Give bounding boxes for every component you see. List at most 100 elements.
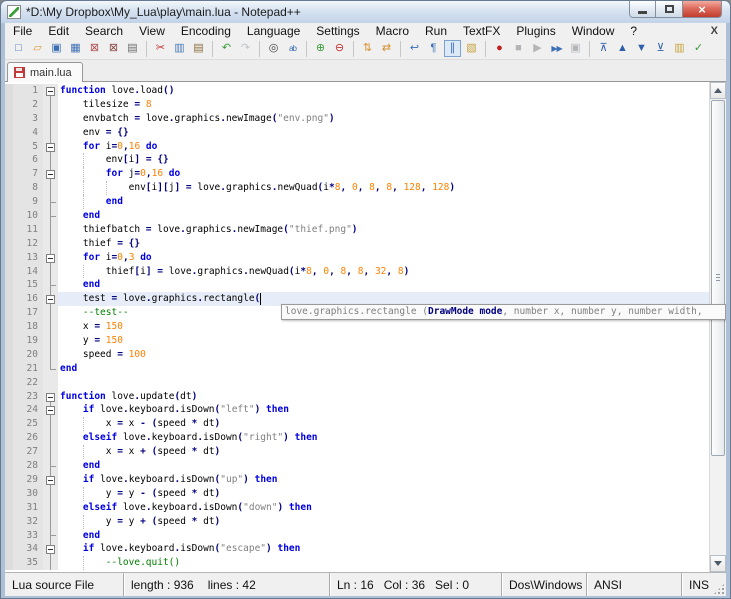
toolbar-undo-icon[interactable]: ↶ [218, 40, 235, 57]
code-line-27[interactable]: x = x + (speed * dt) [58, 445, 709, 459]
fold-collapse-icon[interactable] [46, 393, 55, 402]
code-line-11[interactable]: thiefbatch = love.graphics.newImage("thi… [58, 223, 709, 237]
bookmark-margin[interactable] [5, 98, 13, 112]
bookmark-margin[interactable] [5, 417, 13, 431]
code-line-34[interactable]: if love.keyboard.isDown("escape") then [58, 542, 709, 556]
code-line-5[interactable]: for i=0,16 do [58, 140, 709, 154]
fold-collapse-icon[interactable] [46, 87, 55, 96]
menu-item-view[interactable]: View [131, 24, 173, 38]
fold-collapse-icon[interactable] [46, 295, 55, 304]
toolbar-indent-guide-icon[interactable]: ∥ [444, 40, 461, 57]
toolbar-open-folder-icon[interactable]: ▱ [29, 40, 46, 57]
code-line-10[interactable]: end [58, 209, 709, 223]
bookmark-margin[interactable] [5, 529, 13, 543]
bookmark-margin[interactable] [5, 112, 13, 126]
menu-item-file[interactable]: File [5, 24, 40, 38]
maximize-button[interactable] [656, 1, 682, 18]
toolbar-zoom-in-icon[interactable]: ⊕ [312, 40, 329, 57]
bookmark-margin[interactable] [5, 515, 13, 529]
bookmark-margin[interactable] [5, 390, 13, 404]
toolbar-redo-icon[interactable]: ↷ [237, 40, 254, 57]
bookmark-margin[interactable] [5, 278, 13, 292]
editor[interactable]: 1function love.load()2 tilesize = 83 env… [5, 82, 726, 572]
toolbar-copy-icon[interactable]: ▥ [171, 40, 188, 57]
code-line-9[interactable]: end [58, 195, 709, 209]
bookmark-margin[interactable] [5, 140, 13, 154]
bookmark-margin[interactable] [5, 501, 13, 515]
toolbar-prev-result-icon[interactable]: ⊼ [595, 40, 612, 57]
code-line-25[interactable]: x = x - (speed * dt) [58, 417, 709, 431]
bookmark-margin[interactable] [5, 376, 13, 390]
fold-marker-29[interactable] [43, 473, 58, 487]
close-button[interactable]: × [682, 1, 722, 18]
fold-marker-24[interactable] [43, 403, 58, 417]
toolbar-macro-save-icon[interactable]: ▣ [567, 40, 584, 57]
bookmark-margin[interactable] [5, 84, 13, 98]
bookmark-margin[interactable] [5, 431, 13, 445]
fold-collapse-icon[interactable] [46, 254, 55, 263]
code-line-33[interactable]: end [58, 529, 709, 543]
fold-collapse-icon[interactable] [46, 406, 55, 415]
vertical-scrollbar[interactable] [709, 82, 726, 572]
fold-marker-16[interactable] [43, 292, 58, 306]
bookmark-margin[interactable] [5, 403, 13, 417]
code-line-3[interactable]: envbatch = love.graphics.newImage("env.p… [58, 112, 709, 126]
fold-collapse-icon[interactable] [46, 143, 55, 152]
code-line-21[interactable]: end [58, 362, 709, 376]
toolbar-print-icon[interactable]: ▤ [124, 40, 141, 57]
bookmark-margin[interactable] [5, 362, 13, 376]
code-line-30[interactable]: y = y - (speed * dt) [58, 487, 709, 501]
code-line-7[interactable]: for j=0,16 do [58, 167, 709, 181]
toolbar-save-icon[interactable]: ▣ [48, 40, 65, 57]
menu-item-edit[interactable]: Edit [40, 24, 77, 38]
bookmark-margin[interactable] [5, 556, 13, 570]
bookmark-margin[interactable] [5, 292, 13, 306]
toolbar-macro-stop-icon[interactable]: ■ [510, 40, 527, 57]
bookmark-margin[interactable] [5, 306, 13, 320]
code-line-6[interactable]: env[i] = {} [58, 153, 709, 167]
menu-item-textfx[interactable]: TextFX [455, 24, 508, 38]
toolbar-word-wrap-icon[interactable]: ↩ [406, 40, 423, 57]
fold-marker-13[interactable] [43, 251, 58, 265]
code-line-29[interactable]: if love.keyboard.isDown("up") then [58, 473, 709, 487]
bookmark-margin[interactable] [5, 153, 13, 167]
menu-item-search[interactable]: Search [77, 24, 131, 38]
toolbar-macro-play-icon[interactable]: ▶ [529, 40, 546, 57]
code-line-4[interactable]: env = {} [58, 126, 709, 140]
code-line-14[interactable]: thief[i] = love.graphics.newQuad(i*8, 0,… [58, 265, 709, 279]
toolbar-next-mark-icon[interactable]: ▼ [633, 40, 650, 57]
toolbar-user-defined-dialog-icon[interactable]: ▧ [463, 40, 480, 57]
fold-marker-5[interactable] [43, 140, 58, 154]
minimize-button[interactable] [629, 1, 656, 18]
toolbar-replace-icon[interactable]: ab [284, 40, 301, 57]
menu-item-plugins[interactable]: Plugins [508, 24, 563, 38]
toolbar-prev-mark-icon[interactable]: ▲ [614, 40, 631, 57]
code-line-8[interactable]: env[i][j] = love.graphics.newQuad(i*8, 0… [58, 181, 709, 195]
bookmark-margin[interactable] [5, 195, 13, 209]
toolbar-close-file-icon[interactable]: ⊠ [86, 40, 103, 57]
menu-item-encoding[interactable]: Encoding [173, 24, 239, 38]
fold-marker-23[interactable] [43, 390, 58, 404]
code-line-35[interactable]: --love.quit() [58, 556, 709, 570]
tab-main-lua[interactable]: main.lua [7, 62, 83, 82]
code-line-22[interactable] [58, 376, 709, 390]
code-line-1[interactable]: function love.load() [58, 84, 709, 98]
bookmark-margin[interactable] [5, 265, 13, 279]
menu-item-run[interactable]: Run [417, 24, 455, 38]
menu-item-language[interactable]: Language [239, 24, 308, 38]
scroll-up-arrow[interactable] [710, 82, 726, 99]
bookmark-margin[interactable] [5, 334, 13, 348]
code-line-13[interactable]: for i=0,3 do [58, 251, 709, 265]
menu-item-macro[interactable]: Macro [368, 24, 417, 38]
bookmark-margin[interactable] [5, 251, 13, 265]
toolbar-sync-vertical-icon[interactable]: ⇅ [359, 40, 376, 57]
bookmark-margin[interactable] [5, 542, 13, 556]
fold-collapse-icon[interactable] [46, 170, 55, 179]
bookmark-margin[interactable] [5, 487, 13, 501]
bookmark-margin[interactable] [5, 167, 13, 181]
scroll-down-arrow[interactable] [710, 555, 726, 572]
fold-collapse-icon[interactable] [46, 545, 55, 554]
code-line-19[interactable]: y = 150 [58, 334, 709, 348]
toolbar-close-all-icon[interactable]: ⊠ [105, 40, 122, 57]
scrollbar-thumb[interactable] [711, 100, 725, 456]
